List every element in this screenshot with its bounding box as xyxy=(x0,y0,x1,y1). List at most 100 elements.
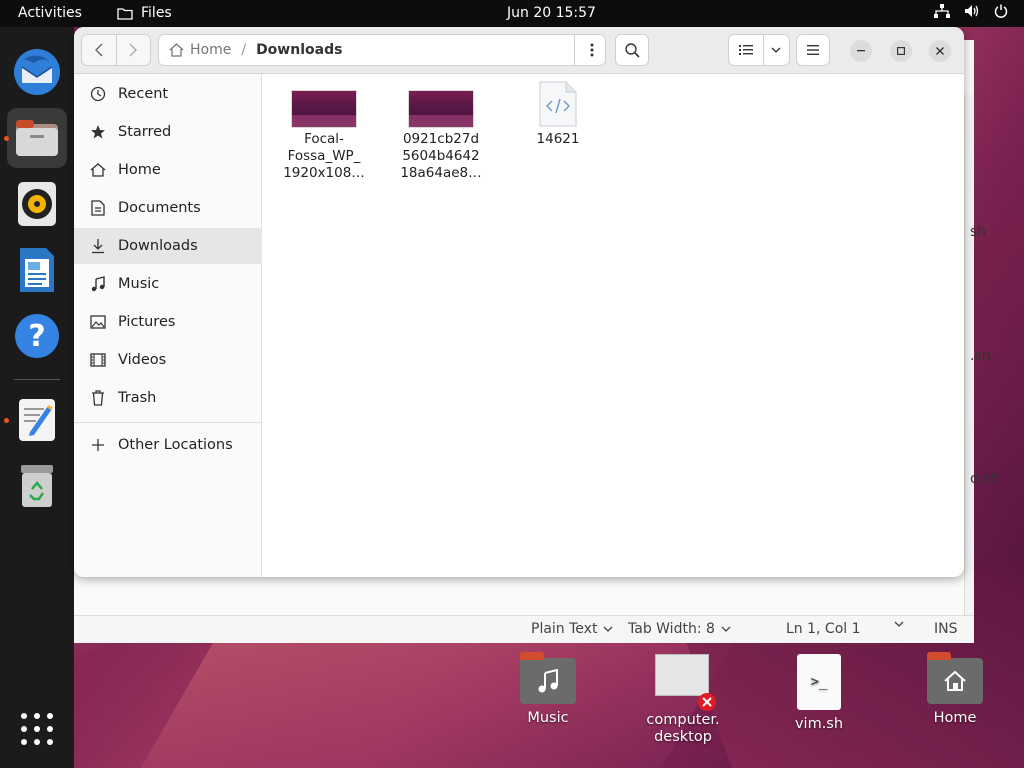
close-icon xyxy=(936,47,944,55)
sidebar-item-trash[interactable]: Trash xyxy=(74,380,262,416)
desktop-icon-home[interactable]: Home xyxy=(900,652,1010,727)
dock-separator xyxy=(14,379,60,380)
sidebar-item-downloads[interactable]: Downloads xyxy=(74,228,262,264)
app-grid-icon xyxy=(21,713,53,745)
file-name-line: 14621 xyxy=(536,131,580,147)
power-icon xyxy=(994,4,1008,18)
home-icon xyxy=(88,162,108,178)
music-folder-icon xyxy=(520,652,576,704)
chevron-right-icon xyxy=(129,43,138,57)
search-button[interactable] xyxy=(615,34,649,66)
file-item[interactable]: 0921cb27d 5604b4642 18a64ae8… xyxy=(393,91,489,182)
forward-button[interactable] xyxy=(117,35,151,65)
plus-icon xyxy=(88,439,108,451)
insert-mode: INS xyxy=(934,621,958,637)
list-view-button[interactable] xyxy=(729,35,764,65)
writer-launcher[interactable] xyxy=(7,240,67,300)
star-icon xyxy=(88,124,108,140)
sidebar-item-label: Starred xyxy=(118,124,172,140)
sidebar-item-label: Downloads xyxy=(118,238,198,254)
system-tray[interactable] xyxy=(934,4,1008,18)
sidebar-divider xyxy=(74,422,262,423)
trash-icon xyxy=(21,465,53,507)
volume-icon xyxy=(965,5,979,17)
document-icon xyxy=(88,200,108,216)
thunderbird-launcher[interactable] xyxy=(7,42,67,102)
text-editor-launcher[interactable] xyxy=(7,390,67,450)
sidebar-item-home[interactable]: Home xyxy=(74,152,262,188)
clock[interactable]: Jun 20 15:57 xyxy=(507,5,596,21)
file-item[interactable]: 14621 xyxy=(510,81,606,148)
editor-statusbar: Plain Text Tab Width: 8 Ln 1, Col 1 INS xyxy=(74,615,974,643)
running-indicator xyxy=(4,136,9,141)
path-menu-button[interactable] xyxy=(574,34,608,66)
network-icon xyxy=(934,4,950,18)
desktop-icon-label: vim.sh xyxy=(794,716,844,732)
header-bar: Home / Downloads xyxy=(74,27,964,74)
files-launcher[interactable] xyxy=(7,108,67,168)
thunderbird-icon xyxy=(14,49,60,95)
rhythmbox-icon xyxy=(18,182,56,226)
minimize-icon xyxy=(857,50,865,52)
language-selector[interactable]: Plain Text xyxy=(531,621,613,637)
files-window: Home / Downloads Recent Starred Home Doc… xyxy=(74,27,964,577)
sidebar-item-starred[interactable]: Starred xyxy=(74,114,262,150)
path-bar: Home / Downloads xyxy=(158,34,606,66)
back-button[interactable] xyxy=(82,35,117,65)
trash-launcher[interactable] xyxy=(7,456,67,516)
hamburger-menu-icon xyxy=(807,45,819,55)
code-file-icon xyxy=(539,81,577,127)
video-icon xyxy=(88,353,108,367)
maximize-icon xyxy=(897,47,905,55)
desktop-icon-computer-desktop[interactable]: computer. desktop xyxy=(628,654,738,746)
sidebar-item-music[interactable]: Music xyxy=(74,266,262,302)
sidebar-item-videos[interactable]: Videos xyxy=(74,342,262,378)
path-current-button[interactable]: Downloads xyxy=(256,42,342,58)
path-home-button[interactable]: Home xyxy=(169,42,231,58)
app-menu[interactable]: Files xyxy=(117,5,172,21)
error-badge-icon xyxy=(698,693,716,711)
sidebar-item-label: Recent xyxy=(118,86,169,102)
help-launcher[interactable]: ? xyxy=(7,306,67,366)
sidebar-item-pictures[interactable]: Pictures xyxy=(74,304,262,340)
path-separator: / xyxy=(241,42,247,58)
editor-peek-text: sh xyxy=(970,224,987,240)
desktop-icon-label: Music xyxy=(527,710,569,726)
maximize-button[interactable] xyxy=(890,40,912,62)
chevron-down-icon xyxy=(603,626,613,632)
position-dropdown[interactable] xyxy=(894,621,904,627)
main-menu-button[interactable] xyxy=(796,34,830,66)
file-item[interactable]: Focal- Fossa_WP_ 1920x108… xyxy=(276,91,372,182)
image-thumbnail xyxy=(292,91,356,127)
app-name: Files xyxy=(141,5,172,21)
sidebar-item-label: Videos xyxy=(118,352,167,368)
kebab-menu-icon xyxy=(590,43,593,57)
sidebar-item-documents[interactable]: Documents xyxy=(74,190,262,226)
writer-icon xyxy=(20,248,54,292)
file-name-line: Fossa_WP_ xyxy=(287,148,361,164)
desktop-icon-vim-sh[interactable]: >_ vim.sh xyxy=(764,654,874,733)
sidebar-item-label: Trash xyxy=(118,390,157,406)
list-view-icon xyxy=(738,45,753,55)
places-sidebar: Recent Starred Home Documents Downloads … xyxy=(74,74,262,577)
close-button[interactable] xyxy=(929,40,951,62)
sidebar-item-label: Other Locations xyxy=(118,437,233,453)
file-name-line: 18a64ae8… xyxy=(400,165,482,181)
tab-width-selector[interactable]: Tab Width: 8 xyxy=(628,621,731,637)
desktop-icon-music[interactable]: Music xyxy=(493,652,603,727)
activities-button[interactable]: Activities xyxy=(18,5,82,21)
files-icon xyxy=(16,120,58,156)
sidebar-item-other-locations[interactable]: Other Locations xyxy=(74,427,262,463)
chevron-down-icon xyxy=(771,47,781,53)
editor-peek-text: .sh xyxy=(970,348,991,364)
top-bar: Activities Files Jun 20 15:57 xyxy=(0,0,1024,27)
cursor-position[interactable]: Ln 1, Col 1 xyxy=(786,621,861,637)
running-indicator xyxy=(4,418,9,423)
view-options-button[interactable] xyxy=(764,35,789,65)
minimize-button[interactable] xyxy=(850,40,872,62)
sidebar-item-recent[interactable]: Recent xyxy=(74,76,262,112)
show-apps-button[interactable] xyxy=(7,699,67,759)
file-name-line: Focal- xyxy=(304,131,344,147)
rhythmbox-launcher[interactable] xyxy=(7,174,67,234)
sidebar-item-label: Home xyxy=(118,162,161,178)
